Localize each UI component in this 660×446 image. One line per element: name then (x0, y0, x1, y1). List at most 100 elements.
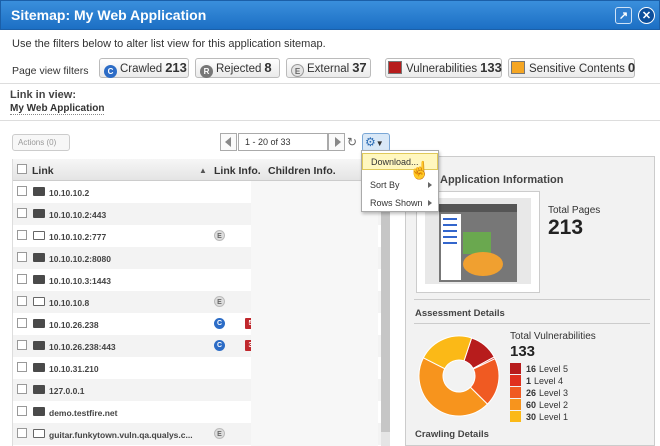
level-legend-item: 30 Level 1 (510, 411, 568, 422)
scrollbar-thumb[interactable] (381, 182, 390, 432)
link-type-badge: C (214, 340, 225, 351)
menu-item-rows-shown[interactable]: Rows Shown (362, 195, 438, 212)
row-checkbox[interactable] (17, 252, 27, 262)
link-in-view-label: Link in view: (10, 89, 77, 101)
chevron-down-icon: ▼ (375, 139, 384, 148)
filter-external-button[interactable]: E External 37 (286, 58, 371, 78)
folder-icon (33, 187, 45, 196)
level-count: 1 (526, 376, 532, 386)
app-info-title: Application Information (440, 174, 564, 186)
row-checkbox[interactable] (17, 186, 27, 196)
level-legend-item: 1 Level 4 (510, 375, 563, 386)
vulnerabilities-swatch (388, 61, 402, 74)
level-label: Level 3 (539, 388, 569, 398)
level-label: Level 5 (539, 364, 569, 374)
popout-icon[interactable]: ↗ (615, 7, 632, 24)
link-name[interactable]: 10.10.10.2:8080 (49, 254, 111, 264)
link-name[interactable]: demo.testfire.net (49, 408, 118, 418)
folder-icon (33, 363, 45, 372)
filter-external-label: External (307, 63, 350, 75)
row-checkbox[interactable] (17, 230, 27, 240)
level-count: 60 (526, 400, 537, 410)
column-header-link[interactable]: Link (32, 165, 54, 177)
link-name[interactable]: 127.0.0.1 (49, 386, 84, 396)
close-icon[interactable]: ✕ (638, 7, 655, 24)
filter-rejected-button[interactable]: R Rejected 8 (195, 58, 280, 78)
application-information-panel: Application Information Total Pages 213 … (405, 156, 655, 446)
row-checkbox[interactable] (17, 274, 27, 284)
total-vulnerabilities-value: 133 (510, 343, 536, 360)
link-type-badge: C (214, 318, 225, 329)
level-count: 26 (526, 388, 537, 398)
link-name[interactable]: 10.10.10.2 (49, 188, 89, 198)
row-checkbox[interactable] (17, 318, 27, 328)
filter-crawled-count: 213 (165, 60, 187, 75)
column-header-children-info[interactable]: Children Info. (268, 165, 336, 177)
level-legend-item: 60 Level 2 (510, 399, 568, 410)
total-pages-value: 213 (548, 216, 584, 239)
link-name[interactable]: 10.10.10.3:1443 (49, 276, 111, 286)
crawled-icon: C (104, 65, 117, 78)
folder-icon (33, 275, 45, 284)
actions-dropdown[interactable]: Actions (0) (12, 134, 70, 151)
menu-item-sort-by-label: Sort By (370, 180, 400, 190)
filter-vulnerabilities-button[interactable]: Vulnerabilities 133 (385, 58, 502, 78)
link-name[interactable]: 10.10.10.2:443 (49, 210, 106, 220)
submenu-arrow-icon (428, 182, 432, 188)
level-swatch (510, 387, 521, 398)
row-checkbox[interactable] (17, 208, 27, 218)
link-name[interactable]: 10.10.31.210 (49, 364, 99, 374)
link-name[interactable]: 10.10.10.8 (49, 298, 89, 308)
assessment-details-title: Assessment Details (415, 308, 505, 319)
folder-icon (33, 253, 45, 262)
level-label: Level 1 (539, 412, 569, 422)
folder-icon (33, 341, 45, 350)
link-name[interactable]: 10.10.26.238 (49, 320, 99, 330)
row-checkbox[interactable] (17, 340, 27, 350)
link-name[interactable]: guitar.funkytown.vuln.qa.qualys.c... (49, 430, 193, 440)
filter-rejected-count: 8 (264, 60, 272, 75)
link-name[interactable]: 10.10.26.238:443 (49, 342, 116, 352)
folder-icon (33, 297, 45, 306)
row-checkbox[interactable] (17, 384, 27, 394)
divider (414, 323, 650, 324)
next-arrow-icon (335, 137, 341, 147)
link-in-view-breadcrumb[interactable]: My Web Application (10, 103, 105, 115)
divider (0, 83, 660, 84)
link-type-badge: E (214, 230, 225, 241)
next-page-button[interactable] (328, 133, 345, 151)
filter-sensitive-count: 0 (627, 60, 636, 75)
divider (0, 120, 660, 121)
row-checkbox[interactable] (17, 362, 27, 372)
filter-vulnerabilities-label: Vulnerabilities (406, 63, 478, 75)
level-count: 16 (526, 364, 537, 374)
pagination-input[interactable]: 1 - 20 of 33 (238, 133, 328, 151)
level-count: 30 (526, 412, 537, 422)
total-pages-label: Total Pages (548, 205, 601, 216)
prev-page-button[interactable] (220, 133, 237, 151)
level-swatch (510, 399, 521, 410)
row-checkbox[interactable] (17, 296, 27, 306)
column-header-link-info[interactable]: Link Info. (214, 165, 261, 177)
level-label: Level 4 (534, 376, 564, 386)
sort-asc-icon[interactable]: ▲ (199, 166, 207, 175)
instructions-text: Use the filters below to alter list view… (12, 38, 326, 50)
row-checkbox[interactable] (17, 406, 27, 416)
filter-external-count: 37 (352, 60, 367, 75)
filter-crawled-button[interactable]: C Crawled 213 (99, 58, 189, 78)
folder-icon (33, 407, 45, 416)
level-label: Level 2 (539, 400, 569, 410)
level-swatch (510, 363, 521, 374)
level-legend-item: 26 Level 3 (510, 387, 568, 398)
external-icon: E (291, 64, 304, 77)
select-all-checkbox[interactable] (17, 164, 27, 174)
link-type-badge: E (214, 428, 225, 439)
link-name[interactable]: 10.10.10.2:777 (49, 232, 106, 242)
filter-sensitive-button[interactable]: Sensitive Contents 0 (508, 58, 635, 78)
table-scrollbar[interactable] (381, 182, 390, 446)
level-legend-item: 16 Level 5 (510, 363, 568, 374)
row-checkbox[interactable] (17, 428, 27, 438)
refresh-icon[interactable]: ↻ (347, 135, 357, 149)
level-swatch (510, 375, 521, 386)
settings-dropdown-menu: Download... Sort By Rows Shown (361, 150, 439, 212)
